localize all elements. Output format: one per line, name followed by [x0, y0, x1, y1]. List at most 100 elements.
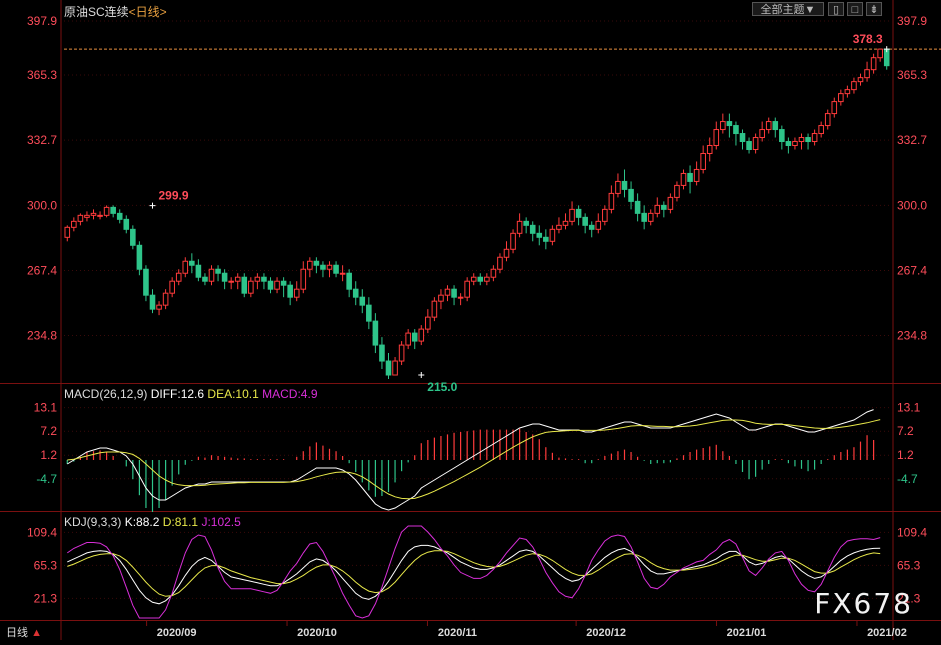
price-candle-body — [438, 294, 444, 302]
price-candle-body — [680, 172, 687, 186]
price-candle-body — [543, 236, 549, 242]
price-candle-body — [759, 129, 765, 139]
extreme-label: 215.0 — [427, 380, 457, 394]
extreme-marker — [418, 372, 425, 379]
minimize-button[interactable]: ▯ — [828, 2, 844, 16]
price-candle-body — [621, 180, 628, 190]
price-candle-body — [84, 214, 90, 218]
price-candle-body — [706, 145, 713, 154]
price-candle-body — [503, 248, 510, 258]
price-candle-body — [602, 208, 608, 222]
price-candle-body — [254, 276, 261, 282]
price-tick-label: 397.9 — [897, 14, 927, 28]
theme-select[interactable]: 全部主题▼ — [752, 2, 824, 16]
price-candle-body — [549, 228, 556, 242]
price-candle-body — [661, 204, 667, 210]
period-label[interactable]: <日线> — [129, 5, 167, 19]
price-candle-body — [556, 224, 562, 230]
price-tick-label: 332.7 — [897, 133, 927, 147]
indicator-tick-label: 21.3 — [34, 591, 58, 605]
macd-legend: MACD(26,12,9) DIFF:12.6 DEA:10.1 MACD:4.… — [64, 387, 318, 401]
close-button[interactable]: ⇟ — [866, 2, 882, 16]
price-candle-body — [818, 125, 824, 135]
price-candle-body — [523, 220, 529, 226]
price-candle-body — [824, 113, 831, 127]
price-candle-body — [202, 276, 208, 282]
price-candle-body — [497, 256, 503, 270]
axis-labels: 234.8 234.8 267.4 267.4 300.0 300.0 332.7 332.7… — [27, 14, 927, 639]
kdj-d-value: D:81.1 — [162, 515, 199, 529]
price-candle-body — [864, 69, 870, 79]
price-candle-body — [772, 121, 779, 131]
price-candle-body — [831, 101, 838, 115]
indicator-tick-label: 65.3 — [34, 558, 58, 572]
price-candle-body — [175, 272, 182, 282]
price-candle-body — [713, 129, 720, 147]
price-candle-body — [720, 121, 726, 131]
panel-frames — [0, 0, 941, 640]
price-tick-label: 365.3 — [897, 68, 927, 82]
price-candle-body — [857, 77, 864, 83]
indicator-tick-label: 109.4 — [897, 525, 927, 539]
chart-canvas: 299.9 215.0 378.3 234.8 234.8 267.4 267.4 300.… — [0, 0, 941, 640]
price-candle-body — [208, 268, 215, 282]
price-candle-body — [280, 280, 287, 286]
price-candle-body — [359, 296, 366, 306]
price-candle-body — [77, 214, 84, 222]
price-candle-body — [798, 137, 805, 143]
price-candle-body — [169, 280, 175, 294]
price-candle-body — [287, 284, 293, 298]
price-candle-body — [674, 184, 680, 198]
indicator-tick-label: 13.1 — [34, 401, 58, 415]
price-candle-body — [575, 208, 582, 218]
chart-stage: 299.9 215.0 378.3 234.8 234.8 267.4 267.4 300.… — [0, 0, 941, 640]
price-candle-body — [156, 304, 162, 310]
price-candle-body — [811, 133, 818, 143]
price-candle-body — [326, 264, 333, 270]
price-candle-body — [536, 232, 543, 238]
restore-button[interactable]: □ — [847, 2, 863, 16]
price-tick-label: 234.8 — [27, 328, 57, 342]
price-candle-body — [267, 280, 274, 290]
price-candle-body — [405, 332, 411, 346]
kdj-legend: KDJ(9,3,3) K:88.2 D:81.1 J:102.5 — [64, 515, 241, 529]
price-candle-body — [379, 344, 385, 362]
period-switch[interactable]: 日线 ▲ — [6, 624, 42, 640]
instrument-name: 原油SC连续 — [64, 5, 129, 19]
price-candle-body — [307, 260, 313, 270]
price-candle-body — [588, 224, 595, 230]
scroll-right-icon[interactable]: ▲ — [31, 627, 42, 639]
price-candle-body — [838, 93, 844, 103]
price-candle-body — [654, 204, 661, 214]
price-candle-body — [431, 300, 438, 318]
price-candle-body — [90, 212, 97, 216]
kdj-d-line — [67, 550, 881, 597]
price-candle-body — [562, 220, 569, 226]
price-candle-body — [608, 192, 615, 210]
price-candle-body — [844, 89, 851, 95]
macd-label: MACD(26,12,9) — [64, 387, 148, 401]
price-candle-body — [615, 180, 621, 194]
kdj-j-value: J:102.5 — [201, 515, 241, 529]
indicator-tick-label: 7.2 — [40, 424, 57, 438]
price-candle-body — [195, 264, 202, 278]
x-axis-label: 2021/02 — [867, 627, 907, 639]
price-tick-label: 332.7 — [27, 133, 57, 147]
price-candle-body — [464, 280, 470, 298]
price-candle-body — [182, 260, 189, 274]
price-candle-body — [274, 280, 280, 290]
price-candle-body — [385, 360, 392, 376]
extreme-label: 378.3 — [853, 32, 883, 46]
price-candle-body — [634, 200, 641, 214]
indicator-tick-label: -4.7 — [897, 472, 918, 486]
price-candle-body — [116, 212, 123, 220]
price-candle-body — [189, 260, 195, 266]
price-candle-body — [451, 288, 457, 298]
price-candle-body — [234, 276, 241, 282]
kdj-label: KDJ(9,3,3) — [64, 515, 122, 529]
macd-dea-value: DEA:10.1 — [207, 387, 259, 401]
price-candle-body — [779, 129, 785, 143]
kdj-panel — [67, 525, 881, 619]
price-candle-body — [667, 196, 674, 210]
price-candle-body — [851, 81, 857, 91]
